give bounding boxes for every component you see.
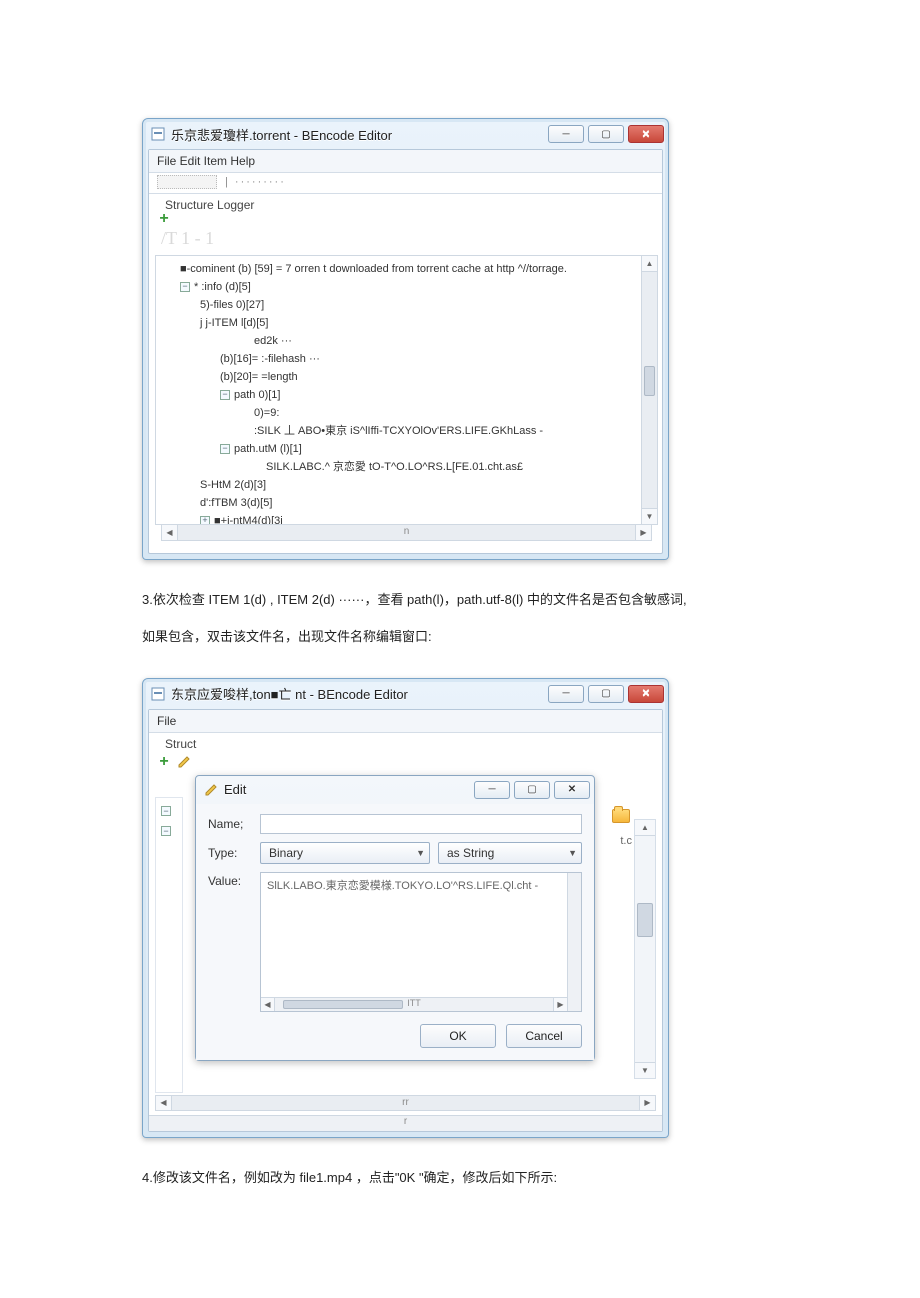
value-label: Value: [208, 872, 252, 1012]
tree-row[interactable]: −* :info (d)[5] [164, 278, 637, 296]
bencode-editor-window-1: 乐京悲爱瓊样.torrent - BEncode Editor ─ ▢ ✕ Fi… [142, 118, 669, 560]
scroll-down-icon[interactable]: ▼ [635, 1062, 655, 1078]
tree-row[interactable]: +■+i-ntM4(d)[3j [164, 512, 637, 524]
tree-pane-bg: − − [155, 797, 183, 1093]
tab-bar[interactable]: Struct [149, 733, 662, 753]
hscroll-label: ITT [407, 998, 421, 1008]
pencil-icon [204, 783, 218, 797]
collapse-icon[interactable]: − [161, 806, 171, 816]
tree-row[interactable]: ed2k ··· [164, 332, 637, 350]
scroll-down-icon[interactable]: ▼ [642, 508, 657, 524]
window-title: 东京应爱唆样,ton■亡 nt - BEncode Editor [171, 684, 542, 703]
tab-bar[interactable]: Structure Logger [149, 194, 662, 212]
folder-icon[interactable] [612, 809, 630, 823]
value-text: SlLK.LABO.東京恋愛模様.TOKYO.LO'^RS.LIFE.Ql.ch… [267, 880, 538, 892]
instruction-text-4: 4.修改该文件名，例如改为 file1.mp4 ，点击"0K "确定，修改后如下… [142, 1168, 880, 1189]
tree-pane: ■-cominent (b) [59] = 7 orren t download… [155, 255, 658, 525]
close-button[interactable]: ✕ [628, 685, 664, 703]
close-button[interactable]: ✕ [554, 781, 590, 799]
maximize-button[interactable]: ▢ [514, 781, 550, 799]
type-label: Type: [208, 846, 252, 860]
bg-text: t.c [620, 835, 632, 847]
vertical-scrollbar[interactable]: ▲ ▼ [634, 819, 656, 1079]
maximize-button[interactable]: ▢ [588, 125, 624, 143]
tree-row[interactable]: d':fTBM 3(d)[5] [164, 494, 637, 512]
minimize-button[interactable]: ─ [474, 781, 510, 799]
maximize-button[interactable]: ▢ [588, 685, 624, 703]
scroll-up-icon[interactable]: ▲ [635, 820, 655, 836]
minimize-button[interactable]: ─ [548, 685, 584, 703]
toolbar-dots: | ········· [225, 176, 286, 188]
scroll-thumb[interactable] [644, 366, 655, 396]
type-select[interactable]: Binary ▼ [260, 842, 430, 864]
cancel-button[interactable]: Cancel [506, 1024, 582, 1048]
bencode-editor-window-2: 东京应爱唆样,ton■亡 nt - BEncode Editor ─ ▢ ✕ F… [142, 678, 669, 1138]
faint-box [157, 175, 217, 189]
instruction-text-3b: 如果包含，双击该文件名，出现文件名称编辑窗口: [142, 627, 880, 648]
as-select-value: as String [447, 846, 494, 860]
scroll-thumb[interactable] [637, 903, 653, 937]
tree-row[interactable]: SILK.LABC.^ 京恋愛 tO-T^O.LO^RS.L[FE.01.cht… [164, 458, 637, 476]
collapse-icon[interactable]: − [161, 826, 171, 836]
scroll-right-icon[interactable]: ▶ [635, 525, 651, 540]
plus-icon[interactable]: + [157, 212, 171, 226]
tree-row[interactable]: S-HtM 2(d)[3] [164, 476, 637, 494]
hscroll-label: rr [402, 1097, 409, 1108]
chevron-down-icon: ▼ [568, 848, 577, 858]
scroll-left-icon[interactable]: ◀ [261, 998, 275, 1011]
outer-hscroll-label: r [149, 1116, 662, 1131]
faded-heading: /T 1 - 1 [149, 228, 662, 249]
menubar[interactable]: File [149, 710, 662, 733]
name-input[interactable] [260, 814, 582, 834]
vertical-scrollbar[interactable]: ▲ ▼ [641, 256, 657, 524]
sub-toolbar: | ········· [149, 173, 662, 194]
horizontal-scrollbar[interactable]: ◀ ITT ▶ [261, 997, 567, 1011]
titlebar[interactable]: 乐京悲爱瓊样.torrent - BEncode Editor ─ ▢ ✕ [143, 119, 668, 149]
tree-row[interactable]: 0)=9: [164, 404, 637, 422]
minimize-button[interactable]: ─ [548, 125, 584, 143]
tree-row[interactable]: 5)-files 0)[27] [164, 296, 637, 314]
scroll-thumb[interactable] [283, 1000, 403, 1009]
collapse-icon[interactable]: − [220, 444, 230, 454]
collapse-icon[interactable]: − [180, 282, 190, 292]
instruction-text-3a: 3.依次检查 ITEM 1(d) , ITEM 2(d) ······，查看 p… [142, 590, 880, 611]
hscroll-label: n [404, 526, 410, 537]
collapse-icon[interactable]: − [220, 390, 230, 400]
tree-view[interactable]: ■-cominent (b) [59] = 7 orren t download… [156, 256, 641, 524]
tree-row[interactable]: (b)[20]= =length [164, 368, 637, 386]
tree-row[interactable]: :SILK 丄 ABO•東京 iS^lIffi-TCXYOlOv'ERS.LIF… [164, 422, 637, 440]
tree-row[interactable]: ■-cominent (b) [59] = 7 orren t download… [164, 260, 637, 278]
app-icon [151, 687, 165, 701]
horizontal-scrollbar[interactable]: ◀ n ▶ [161, 525, 652, 541]
chevron-down-icon: ▼ [416, 848, 425, 858]
tree-row[interactable]: j j-ITEM l[d)[5] [164, 314, 637, 332]
edit-dialog: Edit ─ ▢ ✕ Name; Type: [195, 775, 595, 1061]
scroll-left-icon[interactable]: ◀ [162, 525, 178, 540]
dialog-titlebar[interactable]: Edit ─ ▢ ✕ [196, 776, 594, 804]
vertical-scrollbar[interactable] [567, 873, 581, 1011]
close-button[interactable]: ✕ [628, 125, 664, 143]
window-title: 乐京悲爱瓊样.torrent - BEncode Editor [171, 125, 542, 144]
scroll-left-icon[interactable]: ◀ [156, 1096, 172, 1110]
expand-icon[interactable]: + [200, 516, 210, 525]
icon-toolbar: + [149, 753, 662, 775]
dialog-title: Edit [224, 782, 468, 797]
menubar[interactable]: File Edit Item Help [149, 150, 662, 173]
titlebar[interactable]: 东京应爱唆样,ton■亡 nt - BEncode Editor ─ ▢ ✕ [143, 679, 668, 709]
value-textarea[interactable]: SlLK.LABO.東京恋愛模様.TOKYO.LO'^RS.LIFE.Ql.ch… [260, 872, 582, 1012]
type-select-value: Binary [269, 846, 303, 860]
scroll-right-icon[interactable]: ▶ [553, 998, 567, 1011]
tree-row[interactable]: −path.utM (l)[1] [164, 440, 637, 458]
tree-row[interactable]: −path 0)[1] [164, 386, 637, 404]
pencil-icon[interactable] [177, 755, 191, 769]
tree-row[interactable]: (b)[16]= :-filehash ··· [164, 350, 637, 368]
horizontal-scrollbar[interactable]: ◀ rr ▶ [155, 1095, 656, 1111]
app-icon [151, 127, 165, 141]
scroll-up-icon[interactable]: ▲ [642, 256, 657, 272]
scroll-right-icon[interactable]: ▶ [639, 1096, 655, 1110]
name-label: Name; [208, 817, 252, 831]
plus-icon[interactable]: + [157, 755, 171, 769]
as-select[interactable]: as String ▼ [438, 842, 582, 864]
ok-button[interactable]: OK [420, 1024, 496, 1048]
